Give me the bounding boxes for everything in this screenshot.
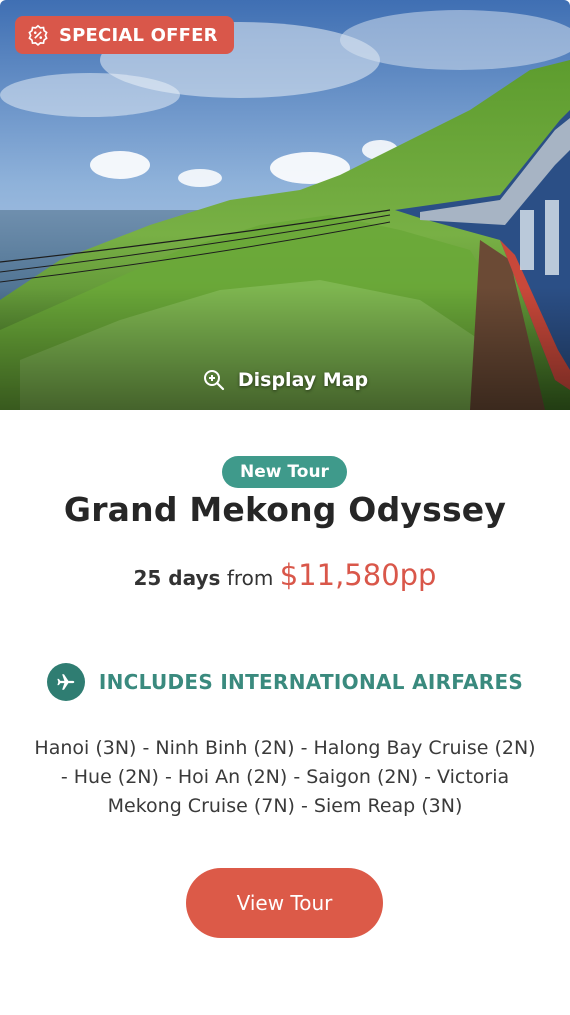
tour-card: SPECIAL OFFER Display Map New Tour Grand…: [0, 0, 570, 1015]
airfare-note: INCLUDES INTERNATIONAL AIRFARES: [0, 660, 570, 704]
display-map-link[interactable]: Display Map: [0, 360, 570, 400]
zoom-in-icon: [203, 370, 224, 391]
airfare-label: INCLUDES INTERNATIONAL AIRFARES: [98, 670, 524, 694]
price-row: 25 days from $11,580pp: [0, 558, 570, 592]
itinerary-text: Hanoi (3N) - Ninh Binh (2N) - Halong Bay…: [34, 737, 536, 817]
price-from-label: from: [226, 566, 274, 590]
display-map-label: Display Map: [237, 369, 369, 391]
discount-badge-icon: [28, 24, 48, 46]
hero-image[interactable]: SPECIAL OFFER Display Map: [0, 0, 570, 410]
airplane-icon: [46, 663, 85, 701]
view-tour-button[interactable]: View Tour: [186, 868, 383, 938]
special-offer-badge: SPECIAL OFFER: [15, 16, 234, 54]
tour-title: Grand Mekong Odyssey: [63, 490, 507, 529]
tour-duration: 25 days: [133, 566, 221, 590]
special-offer-label: SPECIAL OFFER: [59, 24, 218, 46]
new-tour-tag: New Tour: [222, 456, 347, 488]
tour-price: $11,580pp: [279, 558, 437, 592]
hero-photo: [0, 0, 570, 410]
